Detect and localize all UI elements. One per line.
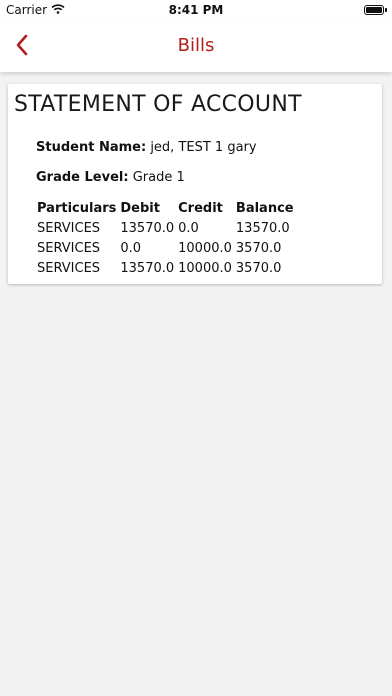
cell-credit: 10000.0 xyxy=(178,261,232,276)
cell-debit: 0.0 xyxy=(120,241,142,256)
student-name-row: Student Name: jed, TEST 1 gary xyxy=(36,140,257,155)
cell-debit: 13570.0 xyxy=(120,221,175,236)
grade-level-row: Grade Level: Grade 1 xyxy=(36,170,185,185)
column-header-debit: Debit xyxy=(120,201,160,216)
cell-particulars: SERVICES xyxy=(37,241,101,256)
student-name-label: Student Name: xyxy=(36,140,147,155)
statement-card: STATEMENT OF ACCOUNT Student Name: jed, … xyxy=(8,84,382,284)
back-button[interactable] xyxy=(8,32,36,62)
grade-level-label: Grade Level: xyxy=(36,170,129,185)
status-bar: Carrier 8:41 PM xyxy=(0,0,392,22)
column-header-balance: Balance xyxy=(235,201,294,216)
cell-balance: 3570.0 xyxy=(235,241,282,256)
statement-title: STATEMENT OF ACCOUNT xyxy=(14,92,302,117)
table-row: SERVICES 13570.0 0.0 13570.0 xyxy=(37,220,298,240)
cell-credit: 10000.0 xyxy=(178,241,232,256)
cell-credit: 0.0 xyxy=(178,221,199,236)
page-title: Bills xyxy=(177,35,215,56)
cell-balance: 3570.0 xyxy=(235,261,282,276)
grade-level-value: Grade 1 xyxy=(132,170,185,185)
cell-balance: 13570.0 xyxy=(235,221,290,236)
status-time: 8:41 PM xyxy=(168,3,224,17)
column-header-particulars: Particulars xyxy=(37,201,117,216)
chevron-left-icon xyxy=(15,34,29,60)
table-row: SERVICES 0.0 10000.0 3570.0 xyxy=(37,240,298,260)
navigation-bar: Bills xyxy=(0,22,392,72)
cell-particulars: SERVICES xyxy=(37,261,101,276)
cell-debit: 13570.0 xyxy=(120,261,175,276)
column-header-credit: Credit xyxy=(178,201,223,216)
cell-particulars: SERVICES xyxy=(37,221,101,236)
student-name-value: jed, TEST 1 gary xyxy=(150,140,257,155)
table-header-row: Particulars Debit Credit Balance xyxy=(37,200,298,220)
battery-icon xyxy=(364,5,387,15)
table-row: SERVICES 13570.0 10000.0 3570.0 xyxy=(37,260,298,280)
account-table: Particulars Debit Credit Balance SERVICE… xyxy=(37,200,298,280)
